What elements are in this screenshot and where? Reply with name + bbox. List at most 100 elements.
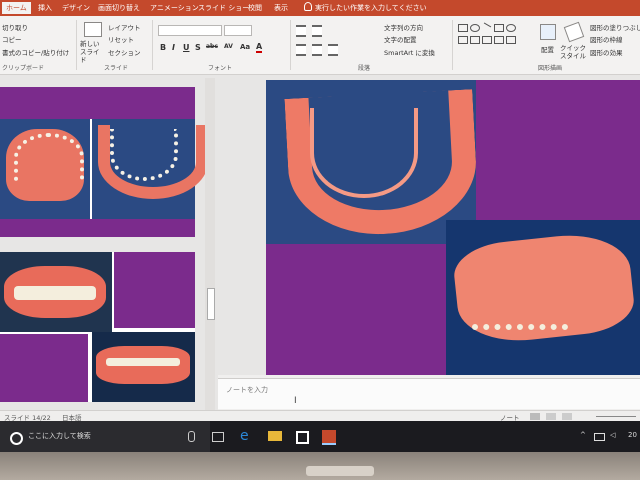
bezel-badge — [306, 466, 374, 476]
lower-teeth — [110, 129, 178, 181]
circle-shape-icon[interactable] — [506, 24, 516, 32]
store-icon[interactable] — [296, 431, 309, 444]
tab-insert[interactable]: 挿入 — [34, 2, 56, 14]
upper-denture-photo — [0, 119, 90, 219]
align-left-icon[interactable] — [296, 44, 306, 56]
separator — [452, 20, 453, 70]
quick-styles-icon[interactable] — [563, 21, 585, 43]
lower-denture-top-photo[interactable] — [266, 80, 480, 244]
strikethrough-button[interactable]: abc — [206, 43, 218, 50]
microphone-icon[interactable] — [188, 431, 195, 442]
tab-home[interactable]: ホーム — [2, 2, 31, 14]
slide-thumbnail-14[interactable] — [0, 252, 195, 402]
windows-taskbar: ここに入力して検索 e ^ ◁ 20 — [0, 421, 640, 452]
powerpoint-window: ホーム 挿入 デザイン 画面切り替え アニメーション スライド ショー 校閲 表… — [0, 0, 640, 452]
denture-ridge-highlight — [310, 108, 418, 198]
clock[interactable]: 20 — [628, 431, 637, 439]
line-shape-icon[interactable] — [480, 22, 492, 33]
font-family-dropdown[interactable] — [158, 25, 222, 36]
triangle-shape-icon[interactable] — [470, 36, 480, 44]
arrange-button[interactable]: 配置 — [541, 44, 554, 54]
section-button[interactable]: セクション — [108, 47, 141, 57]
brace-shape-icon[interactable] — [482, 36, 492, 44]
notes-pane[interactable]: ノートを入力 Ⅰ — [218, 378, 640, 409]
char-spacing-button[interactable]: AV — [224, 43, 233, 50]
lower-denture-side-photo[interactable] — [446, 220, 640, 375]
star-shape-icon[interactable] — [494, 36, 504, 44]
tell-me-box[interactable]: 実行したい作業を入力してください — [304, 2, 427, 13]
text-cursor-icon: Ⅰ — [294, 396, 297, 406]
thumbnail-scrollbar[interactable] — [205, 78, 215, 410]
tab-view[interactable]: 表示 — [270, 2, 292, 14]
slide-sorter-icon[interactable] — [546, 413, 556, 420]
rectangle-shape-icon[interactable] — [458, 24, 468, 32]
font-color-button[interactable]: A — [256, 43, 263, 53]
italic-button[interactable]: I — [172, 43, 175, 52]
side-teeth — [106, 358, 180, 366]
oval-shape-icon[interactable] — [470, 24, 480, 32]
separator — [290, 20, 291, 70]
edge-icon[interactable]: e — [240, 429, 254, 443]
shape-outline-button[interactable]: 図形の枠線 — [590, 34, 623, 44]
bold-button[interactable]: B — [160, 43, 166, 52]
tab-transitions[interactable]: 画面切り替え — [94, 2, 144, 14]
align-text-button[interactable]: 文字の配置 — [384, 34, 417, 44]
zoom-slider[interactable] — [596, 416, 636, 417]
shape-effects-button[interactable]: 図形の効果 — [590, 47, 623, 57]
textbox-shape-icon[interactable] — [494, 24, 504, 32]
taskbar-search-placeholder: ここに入力して検索 — [28, 432, 91, 440]
tab-review[interactable]: 校閲 — [244, 2, 266, 14]
upper-teeth — [14, 133, 84, 181]
underline-button[interactable]: U — [183, 43, 190, 52]
taskbar-search[interactable]: ここに入力して検索 — [0, 421, 210, 452]
normal-view-icon[interactable] — [530, 413, 540, 420]
battery-icon[interactable] — [594, 433, 605, 441]
numbering-icon[interactable] — [312, 25, 322, 37]
tray-chevron-icon[interactable]: ^ — [580, 431, 586, 439]
task-view-icon[interactable] — [212, 432, 224, 442]
new-slide-icon[interactable] — [84, 22, 102, 37]
reading-view-icon[interactable] — [562, 413, 572, 420]
bullets-icon[interactable] — [296, 25, 306, 37]
font-group-label: フォント — [208, 65, 233, 72]
front-teeth — [14, 286, 96, 300]
lower-denture-photo — [92, 119, 208, 219]
align-center-icon[interactable] — [312, 44, 322, 56]
align-right-icon[interactable] — [328, 44, 338, 56]
notes-placeholder: ノートを入力 — [226, 386, 268, 394]
purple-block — [0, 334, 88, 402]
font-size-dropdown[interactable] — [224, 25, 252, 36]
quick-styles-button[interactable]: クイック スタイル — [560, 44, 586, 60]
volume-icon[interactable]: ◁ — [610, 431, 615, 439]
change-case-button[interactable]: Aa — [240, 43, 250, 51]
text-direction-button[interactable]: 文字列の方向 — [384, 22, 423, 32]
file-explorer-icon[interactable] — [268, 431, 282, 441]
shape-fill-button[interactable]: 図形の塗りつぶし — [590, 22, 640, 32]
paragraph-group-label: 段落 — [358, 65, 371, 72]
slide-editor — [218, 75, 640, 375]
tell-me-label: 実行したい作業を入力してください — [315, 4, 427, 12]
clipboard-group-label: クリップボード — [2, 65, 45, 72]
purple-block-top-right — [476, 80, 640, 220]
purple-block — [114, 252, 195, 328]
curve-shape-icon[interactable] — [506, 36, 516, 44]
tab-design[interactable]: デザイン — [58, 2, 94, 14]
scrollbar-thumb[interactable] — [207, 288, 215, 320]
layout-button[interactable]: レイアウト — [108, 22, 141, 32]
reset-button[interactable]: リセット — [108, 34, 134, 44]
current-slide[interactable] — [266, 80, 640, 375]
ribbon: 切り取り コピー 書式のコピー/貼り付け クリップボード 新しい スライド レイ… — [0, 16, 640, 75]
cut-button[interactable]: 切り取り — [2, 22, 28, 32]
powerpoint-taskbar-icon[interactable] — [322, 430, 336, 445]
copy-button[interactable]: コピー — [2, 34, 22, 44]
lower-side-teeth — [472, 324, 568, 342]
shadow-button[interactable]: S — [195, 43, 201, 52]
purple-bar — [0, 87, 195, 119]
cortana-icon[interactable] — [10, 432, 23, 445]
smartart-button[interactable]: SmartArt に変換 — [384, 47, 435, 57]
new-slide-button[interactable]: 新しい スライド — [80, 40, 104, 64]
arrow-shape-icon[interactable] — [458, 36, 468, 44]
format-painter-button[interactable]: 書式のコピー/貼り付け — [2, 47, 69, 57]
arrange-icon[interactable] — [540, 24, 556, 40]
slide-thumbnail-13[interactable] — [0, 87, 208, 237]
